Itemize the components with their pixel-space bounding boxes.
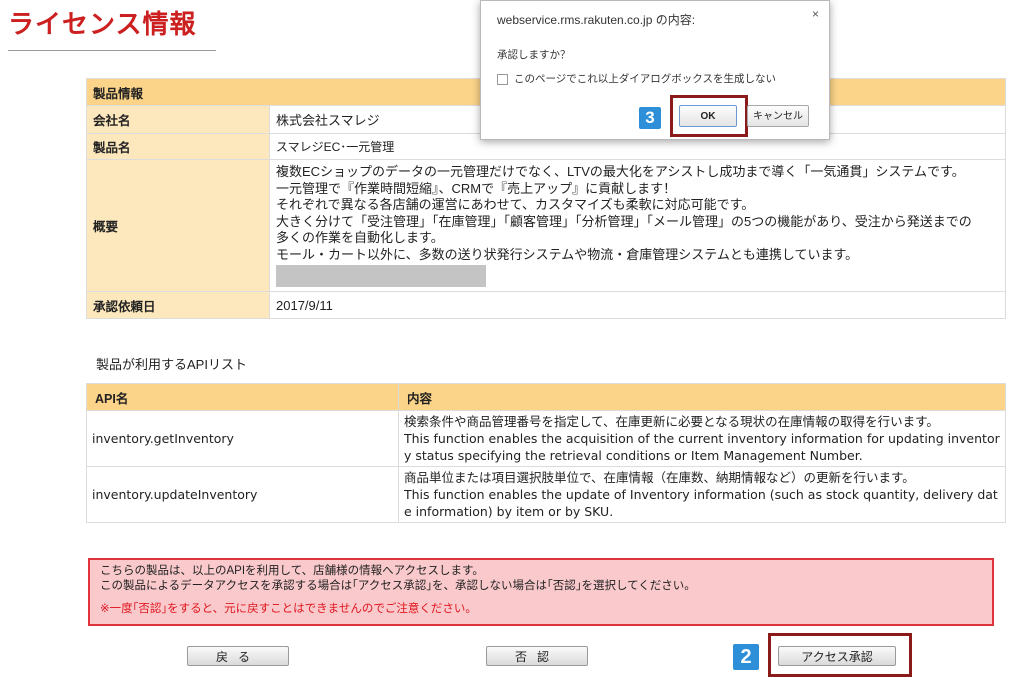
warning-caution: ※一度｢否認｣をすると、元に戻すことはできませんのでご注意ください。 [100,603,477,615]
confirm-dialog: webservice.rms.rakuten.co.jp の内容: × 承認しま… [480,0,830,140]
step-2-badge: 2 [733,644,759,670]
page-title: ライセンス情報 [8,9,197,39]
api-desc-line: 商品単位または項目選択肢単位で、在庫情報（在庫数、納期情報など）の更新を行います… [404,470,915,485]
dialog-title: webservice.rms.rakuten.co.jp の内容: [497,13,696,27]
overview-line: 大きく分けて「受注管理」「在庫管理」「顧客管理」「分析管理」「メール管理」の5つ… [276,213,972,229]
back-button[interactable]: 戻る [187,646,289,666]
request-date-value: 2017/9/11 [269,291,1006,319]
api-content-header: 内容 [398,383,1006,411]
request-date-label: 承認依頼日 [86,291,270,319]
overview-line: 一元管理で『作業時間短縮』、CRMで『売上アップ』に貢献します！ [276,180,677,196]
api-desc-cell: 検索条件や商品管理番号を指定して、在庫更新に必要となる現状の在庫情報の取得を行い… [398,410,1006,467]
suppress-dialogs-checkbox[interactable] [497,73,508,85]
api-list-table: API名 内容 inventory.getInventory 検索条件や商品管理… [86,383,1006,523]
api-desc-line: This function enables the acquisition of… [404,431,1000,446]
api-desc-line: y status specifying the retrieval condit… [404,448,863,463]
overview-label: 概要 [86,159,270,292]
api-name-cell: inventory.getInventory [86,410,399,467]
close-icon[interactable]: × [812,7,819,21]
warning-notice: こちらの製品は、以上のAPIを利用して、店舗様の情報へアクセスします。 この製品… [88,558,994,626]
overview-line: それぞれで異なる各店舗の運営にあわせて、カスタマイズも柔軟に対応可能です。 [276,197,755,212]
title-divider [8,50,216,51]
suppress-dialogs-label: このページでこれ以上ダイアログボックスを生成しない [514,73,776,85]
access-approve-button[interactable]: アクセス承認 [778,646,896,666]
redacted-area [276,265,486,287]
ok-button[interactable]: OK [679,105,737,127]
table-row: inventory.updateInventory 商品単位または項目選択肢単位… [86,466,1006,523]
company-label: 会社名 [86,105,270,134]
step-3-badge: 3 [639,107,661,129]
suppress-dialogs-option[interactable]: このページでこれ以上ダイアログボックスを生成しない [497,71,776,86]
overview-line: モール・カート以外に、多数の送り状発行システムや物流・倉庫管理システムとも連携し… [276,246,859,262]
api-desc-line: This function enables the update of Inve… [404,487,998,502]
overview-line: 多くの作業を自動化します。 [276,230,444,245]
table-row: inventory.getInventory 検索条件や商品管理番号を指定して、… [86,410,1006,467]
cancel-button[interactable]: キャンセル [747,105,809,127]
overview-value: 複数ECショップのデータの一元管理だけでなく、LTVの最大化をアシストし成功まで… [269,159,1006,292]
api-desc-cell: 商品単位または項目選択肢単位で、在庫情報（在庫数、納期情報など）の更新を行います… [398,466,1006,523]
dialog-message: 承認しますか？ [497,49,571,61]
product-name-label: 製品名 [86,133,270,160]
api-desc-line: 検索条件や商品管理番号を指定して、在庫更新に必要となる現状の在庫情報の取得を行い… [404,414,939,429]
reject-button[interactable]: 否認 [486,646,588,666]
warning-line: この製品によるデータアクセスを承認する場合は｢アクセス承認｣を、承認しない場合は… [100,580,696,592]
api-list-caption: 製品が利用するAPIリスト [96,357,247,372]
api-name-cell: inventory.updateInventory [86,466,399,523]
warning-line: こちらの製品は、以上のAPIを利用して、店舗様の情報へアクセスします。 [100,565,484,577]
api-desc-line: e information) by item or by SKU. [404,504,614,519]
api-name-header: API名 [86,383,399,411]
overview-line: 複数ECショップのデータの一元管理だけでなく、LTVの最大化をアシストし成功まで… [276,164,965,179]
